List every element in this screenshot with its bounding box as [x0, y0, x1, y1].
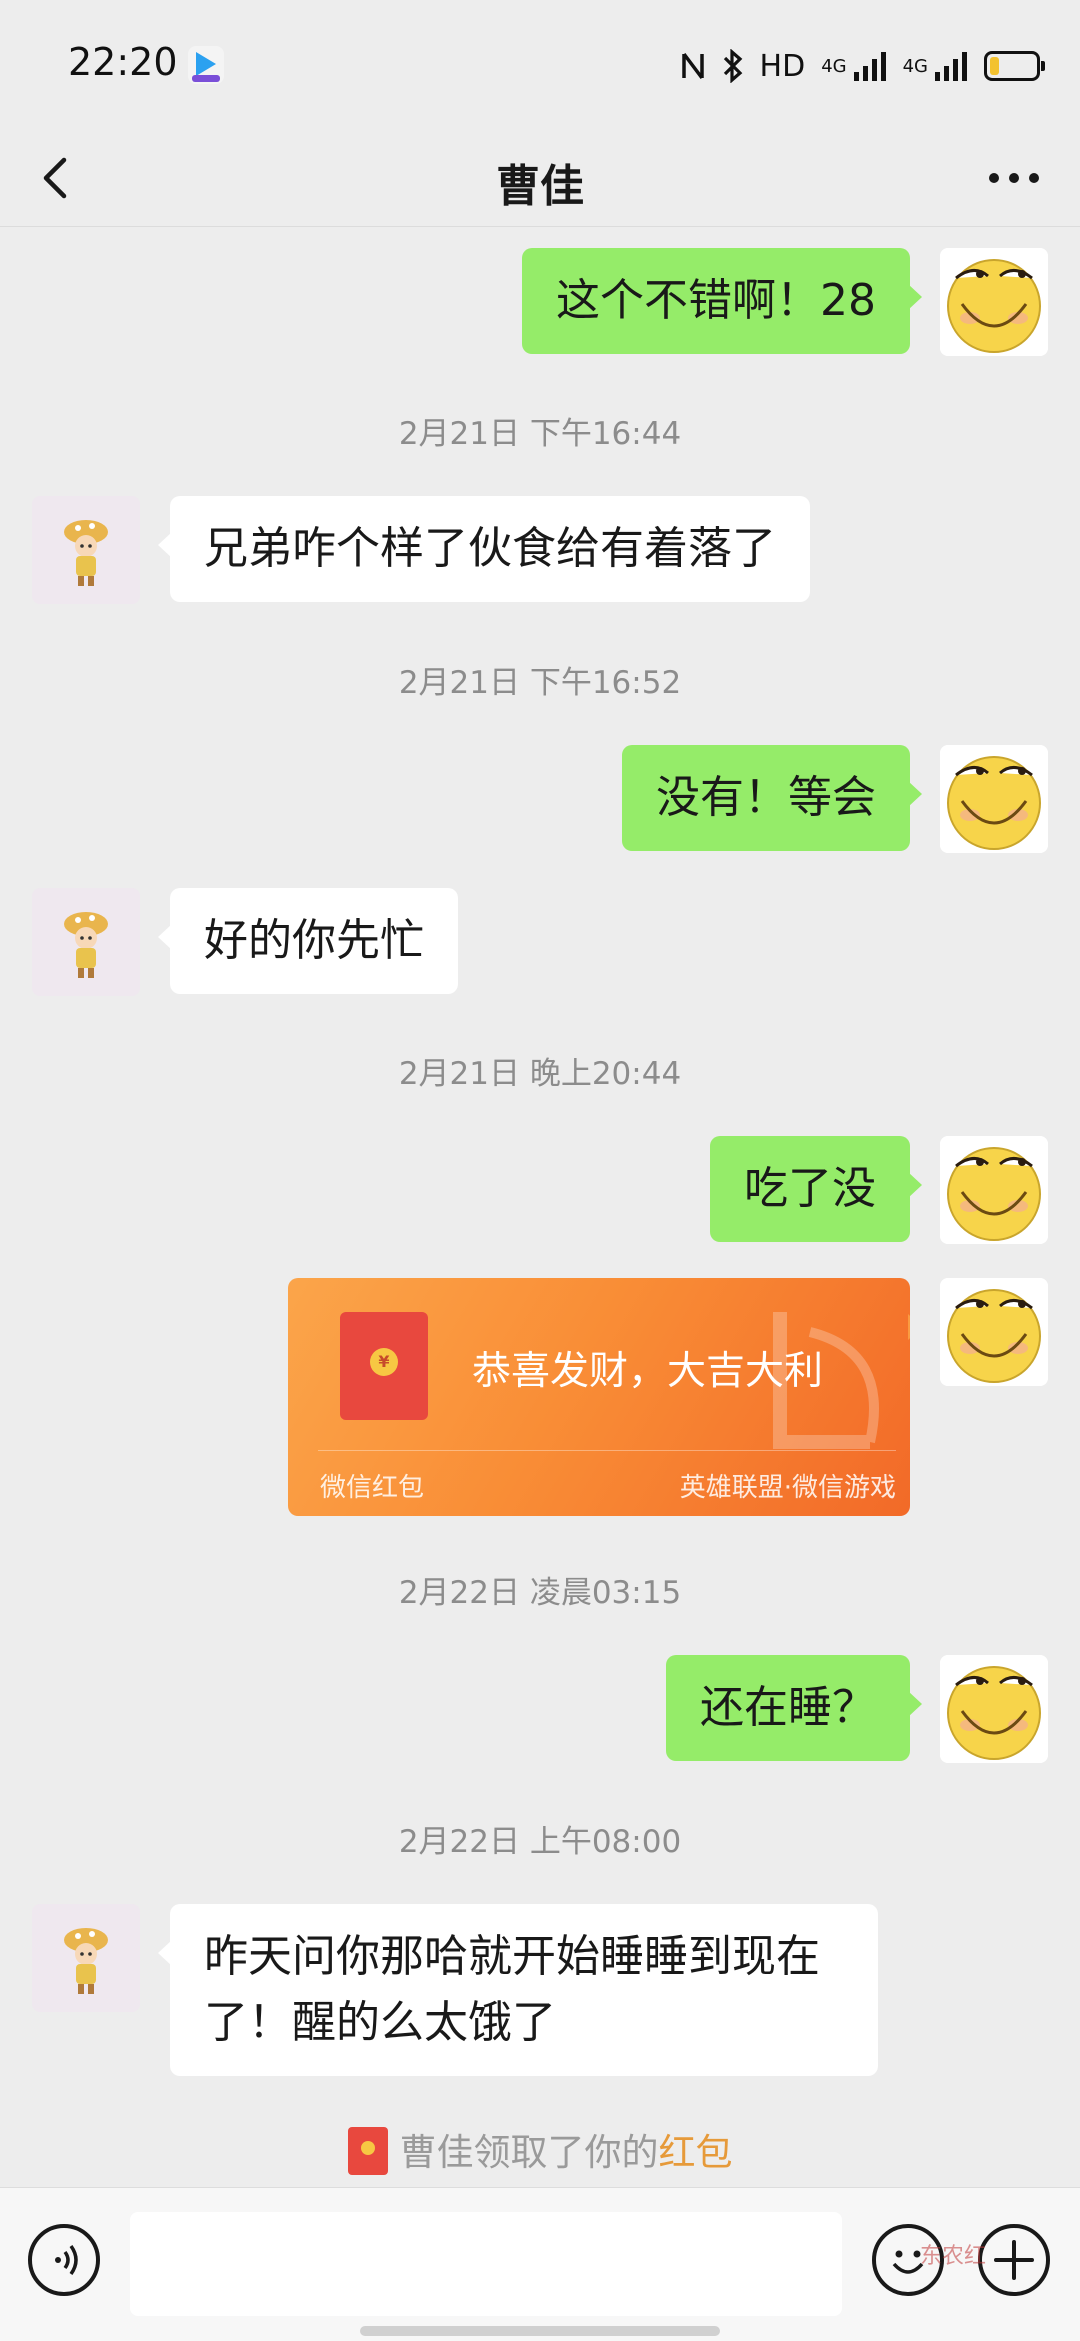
timestamp: 2月22日 上午08:00: [398, 1824, 682, 1860]
red-packet-greeting: 恭喜发财，大吉大利: [472, 1349, 824, 1394]
red-packet-link[interactable]: 红包: [659, 2131, 733, 2174]
message-bubble-incoming[interactable]: 昨天问你那哈就开始睡睡到现在了！醒的么太饿了: [158, 1904, 878, 2076]
my-avatar[interactable]: [940, 1655, 1048, 1763]
my-avatar[interactable]: [940, 1278, 1048, 1386]
message-bubble-outgoing[interactable]: 吃了没: [710, 1136, 922, 1242]
red-packet-claimed-note: 曹佳领取了你的红包: [0, 2122, 1080, 2176]
red-packet-label: 微信红包: [320, 1473, 425, 1503]
my-avatar[interactable]: [940, 745, 1048, 853]
network-4g-label-2: 4G: [902, 55, 928, 77]
nfc-icon: [681, 52, 704, 80]
message-bubble-incoming[interactable]: 好的你先忙: [158, 888, 458, 994]
message-bubble-outgoing[interactable]: 还在睡？: [666, 1655, 922, 1761]
red-packet-message[interactable]: ¥ 恭喜发财，大吉大利 微信红包 英雄联盟·微信游戏: [288, 1278, 910, 1516]
site-watermark: 东农红: [874, 2234, 1024, 2290]
red-envelope-icon: ¥: [340, 1312, 428, 1420]
timestamp: 2月22日 凌晨03:15: [398, 1575, 682, 1611]
home-indicator[interactable]: [360, 2326, 720, 2336]
more-dots-icon: [989, 173, 1039, 183]
red-packet-mini-icon: [347, 2127, 388, 2175]
my-avatar[interactable]: [940, 248, 1048, 356]
contact-name-title: 曹佳: [496, 161, 584, 212]
timestamp: 2月21日 晚上20:44: [398, 1056, 682, 1092]
more-options-button[interactable]: [974, 136, 1054, 220]
contact-avatar[interactable]: [32, 496, 140, 604]
system-icons: HD 4G 4G: [680, 44, 1045, 88]
message-bubble-outgoing[interactable]: 没有！等会: [622, 745, 922, 851]
message-input[interactable]: [130, 2212, 842, 2316]
contact-avatar[interactable]: [32, 1904, 140, 2012]
my-avatar[interactable]: [940, 1136, 1048, 1244]
timestamp: 2月21日 下午16:52: [398, 665, 682, 701]
watermark-text: 东农红: [920, 2244, 987, 2269]
battery-icon: [984, 51, 1045, 81]
signal-icon: [853, 52, 886, 81]
voice-input-button[interactable]: [28, 2224, 100, 2296]
message-bubble-incoming[interactable]: 兄弟咋个样了伙食给有着落了: [158, 496, 810, 602]
contact-avatar[interactable]: [32, 888, 140, 996]
network-4g-label: 4G: [821, 55, 847, 77]
timestamp: 2月21日 下午16:44: [398, 416, 682, 452]
bluetooth-icon: [723, 49, 742, 83]
signal-icon-2: [935, 52, 967, 81]
status-time: 22:20: [68, 40, 178, 84]
video-app-icon: [188, 46, 224, 84]
claimed-note-text: 曹佳领取了你的: [399, 2131, 659, 2174]
red-packet-divider: [318, 1450, 896, 1451]
red-packet-source: 英雄联盟·微信游戏: [679, 1473, 896, 1503]
voice-icon: [55, 2244, 78, 2276]
status-bar: 22:20 HD 4G 4G: [0, 0, 1080, 130]
input-toolbar: 东农红: [0, 2187, 1080, 2341]
hd-label: HD: [759, 48, 806, 84]
chat-header: 曹佳: [0, 130, 1080, 227]
message-bubble-outgoing[interactable]: 这个不错啊！28: [522, 248, 922, 354]
